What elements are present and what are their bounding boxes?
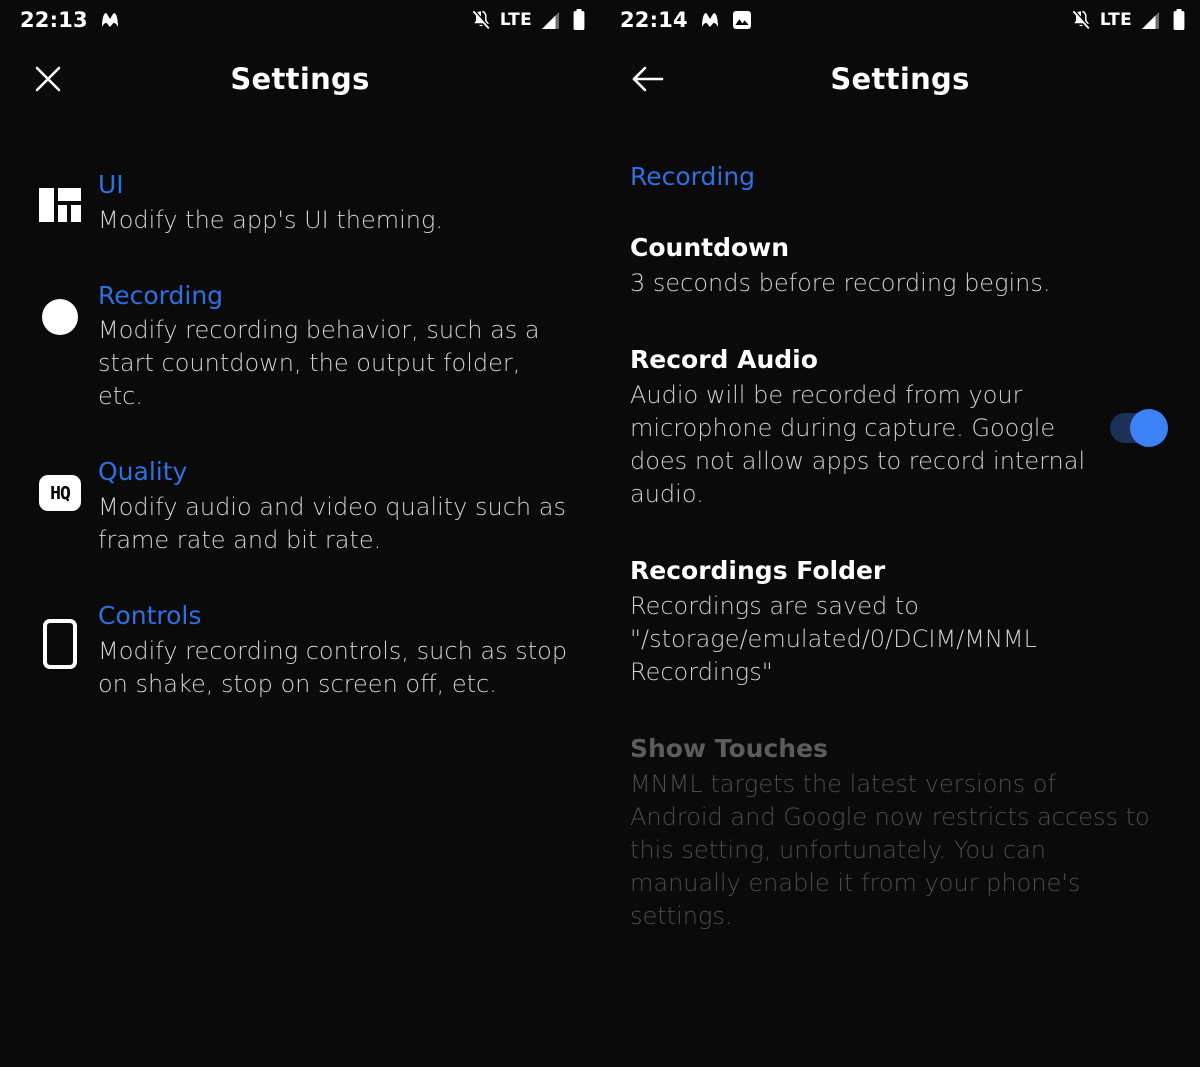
record-circle-icon [42, 298, 78, 335]
page-title: Settings [230, 62, 370, 96]
settings-item-controls[interactable]: Controls Modify recording controls, such… [0, 601, 600, 701]
dual-screenshot-composite: 22:13 LTE Settings UI Modify the app's U… [0, 0, 1200, 1067]
settings-item-title: Controls [98, 601, 202, 631]
back-arrow-icon [631, 64, 665, 94]
settings-item-recording[interactable]: Recording Modify recording behavior, suc… [0, 281, 600, 414]
settings-item-text: UI Modify the app's UI theming. [98, 170, 578, 237]
preference-title: Recordings Folder [630, 555, 886, 585]
app-bar: Settings [0, 40, 600, 118]
preference-title: Record Audio [630, 345, 818, 375]
preference-summary: MNML targets the latest versions of Andr… [630, 770, 1150, 930]
dashboard-layout-icon [39, 188, 81, 222]
settings-item-text: Recording Modify recording behavior, suc… [98, 281, 578, 414]
status-bar-right: LTE [471, 9, 586, 31]
settings-item-text: Quality Modify audio and video quality s… [98, 457, 578, 557]
toggle-thumb [1130, 408, 1168, 447]
status-clock: 22:14 [620, 8, 688, 32]
preference-text: Recordings Folder Recordings are saved t… [630, 555, 1170, 689]
preference-list: Recording Countdown 3 seconds before rec… [600, 118, 1200, 932]
settings-item-icon [22, 170, 98, 222]
preference-category-header: Recording [630, 162, 756, 191]
settings-item-title: Quality [98, 457, 188, 487]
preference-record-audio[interactable]: Record Audio Audio will be recorded from… [630, 344, 1170, 511]
signal-cellular-icon [541, 11, 563, 30]
status-bar-left: 22:13 [20, 8, 121, 32]
preference-title: Countdown [630, 233, 790, 262]
status-bar-left: 22:14 [620, 8, 752, 32]
settings-item-description: Modify the app's UI theming. [98, 205, 444, 234]
right-panel-recording-settings: 22:14 LTE Settings Recording Countdown 3… [600, 0, 1200, 1067]
app-bar: Settings [600, 40, 1200, 118]
left-panel-settings-main: 22:13 LTE Settings UI Modify the app's U… [0, 0, 600, 1067]
status-bar: 22:13 LTE [0, 0, 600, 40]
battery-icon [572, 9, 586, 31]
close-button[interactable] [14, 63, 82, 95]
page-title: Settings [830, 62, 970, 96]
settings-item-description: Modify recording behavior, such as a sta… [98, 316, 540, 411]
status-bar: 22:14 LTE [600, 0, 1200, 40]
preference-text: Show Touches MNML targets the latest ver… [630, 733, 1170, 933]
preference-summary: Recordings are saved to "/storage/emulat… [630, 592, 1037, 686]
notifications-off-icon [1071, 9, 1091, 31]
settings-item-ui[interactable]: UI Modify the app's UI theming. [0, 170, 600, 237]
status-clock: 22:13 [20, 8, 88, 32]
settings-item-icon [22, 601, 98, 670]
settings-item-quality[interactable]: HQ Quality Modify audio and video qualit… [0, 457, 600, 557]
mnml-logo-icon [699, 10, 721, 30]
settings-item-description: Modify recording controls, such as stop … [98, 636, 568, 698]
preference-text: Record Audio Audio will be recorded from… [630, 344, 1110, 511]
close-icon [32, 63, 64, 95]
preference-show-touches: Show Touches MNML targets the latest ver… [630, 733, 1170, 933]
settings-item-icon [22, 281, 98, 335]
hq-quality-icon: HQ [39, 475, 81, 512]
settings-item-title: UI [98, 170, 124, 199]
preference-countdown[interactable]: Countdown 3 seconds before recording beg… [630, 232, 1170, 300]
preference-summary: 3 seconds before recording begins. [630, 269, 1051, 298]
preference-recordings-folder[interactable]: Recordings Folder Recordings are saved t… [630, 555, 1170, 689]
phone-outline-icon [43, 619, 77, 670]
battery-icon [1172, 9, 1186, 31]
settings-item-description: Modify audio and video quality such as f… [98, 492, 566, 555]
preference-summary: Audio will be recorded from your microph… [630, 381, 1086, 508]
mnml-logo-icon [99, 10, 121, 30]
image-gallery-icon [732, 10, 752, 30]
record-audio-toggle[interactable] [1110, 408, 1168, 447]
preference-text: Countdown 3 seconds before recording beg… [630, 232, 1170, 300]
settings-category-list: UI Modify the app's UI theming. Recordin… [0, 118, 600, 701]
back-button[interactable] [614, 64, 682, 94]
status-bar-right: LTE [1071, 9, 1186, 31]
preference-title: Show Touches [630, 733, 828, 763]
notifications-off-icon [471, 9, 491, 31]
settings-item-title: Recording [98, 280, 224, 310]
network-type-label: LTE [1099, 10, 1132, 30]
settings-item-text: Controls Modify recording controls, such… [98, 601, 578, 701]
settings-item-icon: HQ [22, 457, 98, 512]
network-type-label: LTE [499, 10, 532, 30]
signal-cellular-icon [1141, 11, 1163, 30]
